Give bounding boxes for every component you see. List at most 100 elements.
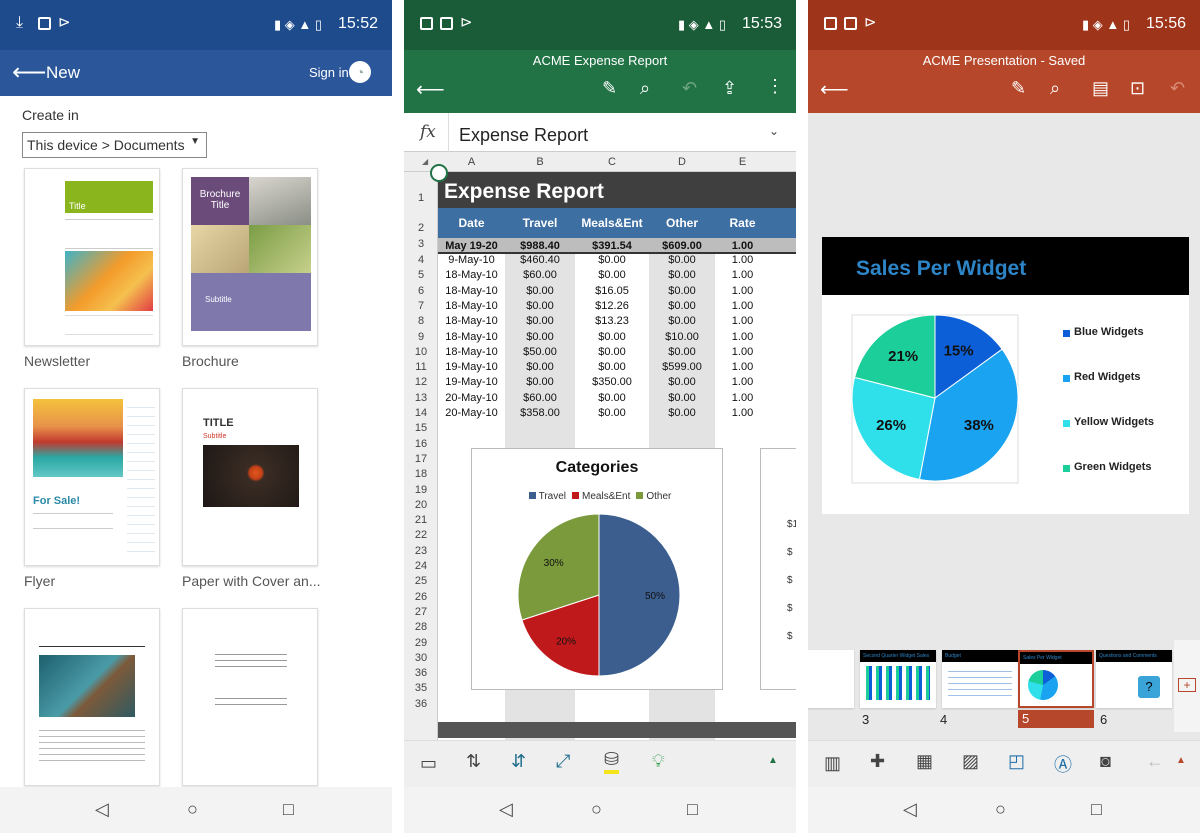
row-number: 3 (417, 238, 425, 250)
table-icon[interactable]: ▦ (916, 751, 933, 772)
slide-thumb-3[interactable]: Second Quarter Widget Sales (860, 650, 936, 708)
fill-icon[interactable]: ⤢ (556, 751, 570, 772)
android-nav-bar: ◁ ○ □ (404, 787, 796, 833)
app-bar: ⟵ New Sign in ◔ (0, 50, 392, 96)
text-box-icon[interactable]: Ⓐ (1054, 751, 1072, 777)
send-icon: ⊳ (460, 14, 473, 31)
undo-icon[interactable]: ↶ (1170, 78, 1185, 99)
brochure-subtitle-block: Subtitle (191, 273, 311, 331)
axis-label: $ (787, 547, 793, 558)
avatar-icon[interactable]: ◔ (349, 61, 371, 83)
row-number: 23 (414, 544, 428, 557)
camera-icon[interactable]: ◙ (1100, 751, 1111, 772)
column-header-d[interactable]: D (649, 152, 715, 172)
slide-thumb-2[interactable] (808, 650, 854, 708)
thumb-pie (1028, 670, 1058, 700)
newsletter-template[interactable]: Title (24, 168, 160, 346)
template-label: Brochure (182, 353, 239, 369)
present-icon[interactable]: ⊡ (1130, 78, 1145, 99)
formula-bar[interactable]: fx Expense Report ⌄ (404, 113, 796, 152)
sort-icon[interactable]: ⇅ (466, 751, 481, 772)
pen-icon[interactable]: ✎ (602, 78, 617, 99)
column-header-b[interactable]: B (505, 152, 575, 172)
row-number: 21 (414, 514, 428, 527)
sign-in-link[interactable]: Sign in (309, 65, 349, 80)
pie-data-label: 15% (944, 343, 974, 360)
thumb-title-bar: Questions and Comments (1096, 650, 1172, 662)
nav-home-icon[interactable]: ○ (187, 799, 198, 820)
picture-icon[interactable]: ▨ (962, 751, 979, 772)
nav-recents-icon[interactable]: □ (283, 799, 294, 820)
search-icon[interactable]: ⌕ (640, 78, 650, 99)
brochure-subtitle-text: Subtitle (205, 295, 232, 304)
column-header-e[interactable]: E (715, 152, 770, 172)
pen-icon[interactable]: ✎ (1011, 78, 1026, 99)
undo-icon[interactable]: ↶ (682, 78, 697, 99)
lightbulb-icon[interactable]: 💡︎ (652, 751, 665, 772)
nav-back-icon[interactable]: ◁ (499, 799, 513, 820)
nav-back-icon[interactable]: ◁ (903, 799, 917, 820)
nav-back-icon[interactable]: ◁ (95, 799, 109, 820)
second-chart[interactable]: $1 $ $ $ $ (760, 448, 796, 690)
table-cell: $0.00 (598, 330, 626, 343)
shapes-icon[interactable]: ◰ (1008, 751, 1025, 772)
brochure-template[interactable]: Brochure Title Subtitle (182, 168, 318, 346)
sheet-title-cell[interactable]: Expense Report (444, 180, 604, 204)
nav-home-icon[interactable]: ○ (995, 799, 1006, 820)
sheet-icon[interactable]: ▭ (420, 753, 437, 774)
nav-home-icon[interactable]: ○ (591, 799, 602, 820)
search-icon[interactable]: ⌕ (1050, 78, 1060, 99)
paint-bucket-icon[interactable]: ⛁ (604, 749, 620, 774)
table-cell: 1.00 (731, 330, 754, 343)
back-arrow-icon[interactable]: ⟵ (12, 58, 46, 87)
table-cell: $0.00 (526, 330, 554, 343)
table-cell: 18-May-10 (445, 345, 498, 358)
table-cell: $10.00 (665, 330, 699, 343)
table-cell: 1.00 (731, 299, 754, 312)
table-cell: $0.00 (598, 269, 626, 282)
column-header-cell: Rate (729, 216, 756, 230)
select-all-icon[interactable]: ◢ (422, 157, 428, 166)
location-dropdown[interactable]: This device > Documents ▼ (22, 132, 207, 158)
back-arrow-icon[interactable]: ⟵ (820, 77, 849, 102)
legend-swatch (1063, 375, 1070, 382)
share-icon[interactable]: ⇪ (722, 78, 737, 99)
expand-up-icon[interactable]: ▲ (768, 755, 778, 766)
slide-thumb-4[interactable]: Budget (942, 650, 1018, 708)
column-header-c[interactable]: C (575, 152, 649, 172)
nav-recents-icon[interactable]: □ (687, 799, 698, 820)
table-cell: 1.00 (731, 269, 754, 282)
more-icon[interactable]: ⋮ (766, 76, 784, 97)
column-header-a[interactable]: A (438, 152, 505, 172)
layout-icon[interactable]: ▥ (824, 753, 841, 774)
table-cell: 20-May-10 (445, 407, 498, 419)
ppt-panel: ⊳ ▮ ◈ ▲ ▯ 15:56 ACME Presentation - Save… (808, 0, 1200, 833)
create-in-label: Create in (22, 107, 79, 123)
categories-chart[interactable]: Categories Travel Meals&Ent Other 50% 20% 30… (471, 448, 723, 690)
chevron-down-icon[interactable]: ⌄ (769, 124, 779, 138)
slide-thumb-5[interactable]: Sales Per Widget (1018, 650, 1094, 708)
row-number: 19 (414, 483, 428, 496)
table-cell: $12.26 (595, 299, 629, 312)
slide-canvas[interactable]: Sales Per Widget 15% 38% 26% 21% Blue Widge… (822, 237, 1189, 514)
slide-thumb-6[interactable]: Questions and Comments ? (1096, 650, 1172, 708)
app-bar: ACME Expense Report ⟵ ✎ ⌕ ↶ ⇪ ⋮ (404, 50, 796, 113)
back-arrow-icon[interactable]: ⟵ (416, 77, 445, 102)
flyer-template[interactable]: For Sale! (24, 388, 160, 566)
notes-icon[interactable]: ▤ (1092, 78, 1109, 99)
filter-icon[interactable]: ⇵ (511, 751, 526, 772)
paper-title: TITLE (203, 417, 234, 429)
left-arrow-icon[interactable]: ← (1146, 751, 1164, 772)
row-number: 12 (414, 376, 428, 389)
table-cell: 18-May-10 (445, 299, 498, 312)
bottom-toolbar: ▭ ⇅ ⇵ ⤢ ⛁ 💡︎ ▲ (404, 740, 796, 787)
add-slide-button[interactable]: + (1174, 640, 1200, 732)
question-person-icon: ? (1138, 676, 1160, 698)
new-comment-icon[interactable]: ✚ (870, 751, 885, 772)
newsletter-text-lines (65, 315, 153, 335)
academic-template[interactable] (182, 608, 318, 786)
paper-cover-template[interactable]: TITLE Subtitle (182, 388, 318, 566)
expand-up-icon[interactable]: ▲ (1176, 755, 1186, 766)
nav-recents-icon[interactable]: □ (1091, 799, 1102, 820)
report-template[interactable] (24, 608, 160, 786)
